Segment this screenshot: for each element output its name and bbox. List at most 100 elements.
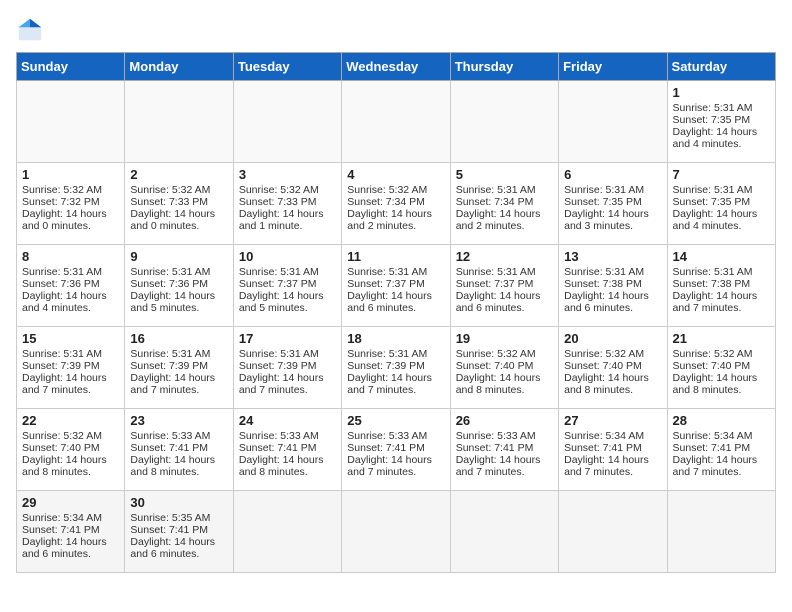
sunset-text: Sunset: 7:41 PM <box>347 442 444 454</box>
calendar-cell: 2Sunrise: 5:32 AMSunset: 7:33 PMDaylight… <box>125 163 233 245</box>
sunset-text: Sunset: 7:41 PM <box>673 442 770 454</box>
calendar-cell <box>342 491 450 573</box>
calendar-week-row: 1Sunrise: 5:31 AMSunset: 7:35 PMDaylight… <box>17 81 776 163</box>
calendar-cell: 29 Sunrise: 5:34 AMSunset: 7:41 PMDayligh… <box>17 491 125 573</box>
day-number: 28 <box>673 413 770 428</box>
daylight-text: Daylight: 14 hours and 7 minutes. <box>22 372 119 396</box>
daylight-text: Daylight: 14 hours and 3 minutes. <box>564 208 661 232</box>
calendar-week-row: 29 Sunrise: 5:34 AMSunset: 7:41 PMDayligh… <box>17 491 776 573</box>
calendar-cell: 25Sunrise: 5:33 AMSunset: 7:41 PMDayligh… <box>342 409 450 491</box>
sunrise-text: Sunrise: 5:31 AM <box>347 348 444 360</box>
daylight-text: Daylight: 14 hours and 0 minutes. <box>130 208 227 232</box>
daylight-text: Daylight: 14 hours and 4 minutes. <box>673 126 770 150</box>
sunrise-text: Sunrise: 5:32 AM <box>239 184 336 196</box>
col-header-thursday: Thursday <box>450 53 558 81</box>
daylight-text: Daylight: 14 hours and 6 minutes. <box>456 290 553 314</box>
sunrise-text: Sunrise: 5:33 AM <box>130 430 227 442</box>
sunset-text: Sunset: 7:37 PM <box>347 278 444 290</box>
daylight-text: Daylight: 14 hours and 4 minutes. <box>673 208 770 232</box>
calendar-week-row: 15Sunrise: 5:31 AMSunset: 7:39 PMDayligh… <box>17 327 776 409</box>
sunset-text: Sunset: 7:39 PM <box>239 360 336 372</box>
sunrise-text: Sunrise: 5:34 AM <box>22 512 119 524</box>
col-header-tuesday: Tuesday <box>233 53 341 81</box>
daylight-text: Daylight: 14 hours and 8 minutes. <box>239 454 336 478</box>
sunset-text: Sunset: 7:41 PM <box>22 524 119 536</box>
calendar-cell: 27Sunrise: 5:34 AMSunset: 7:41 PMDayligh… <box>559 409 667 491</box>
calendar-cell <box>233 81 341 163</box>
calendar-header-row: SundayMondayTuesdayWednesdayThursdayFrid… <box>17 53 776 81</box>
sunrise-text: Sunrise: 5:33 AM <box>239 430 336 442</box>
calendar-cell <box>125 81 233 163</box>
calendar-cell: 16Sunrise: 5:31 AMSunset: 7:39 PMDayligh… <box>125 327 233 409</box>
sunrise-text: Sunrise: 5:32 AM <box>22 430 119 442</box>
daylight-text: Daylight: 14 hours and 2 minutes. <box>347 208 444 232</box>
sunset-text: Sunset: 7:41 PM <box>239 442 336 454</box>
sunset-text: Sunset: 7:34 PM <box>347 196 444 208</box>
daylight-text: Daylight: 14 hours and 5 minutes. <box>239 290 336 314</box>
calendar-cell: 30Sunrise: 5:35 AMSunset: 7:41 PMDayligh… <box>125 491 233 573</box>
sunset-text: Sunset: 7:41 PM <box>564 442 661 454</box>
sunset-text: Sunset: 7:38 PM <box>673 278 770 290</box>
day-number: 29 <box>22 495 119 510</box>
calendar-cell <box>233 491 341 573</box>
calendar-cell: 19Sunrise: 5:32 AMSunset: 7:40 PMDayligh… <box>450 327 558 409</box>
sunset-text: Sunset: 7:41 PM <box>456 442 553 454</box>
day-number: 11 <box>347 249 444 264</box>
calendar-cell: 1Sunrise: 5:32 AMSunset: 7:32 PMDaylight… <box>17 163 125 245</box>
day-number: 3 <box>239 167 336 182</box>
calendar-cell <box>450 81 558 163</box>
day-number: 30 <box>130 495 227 510</box>
sunrise-text: Sunrise: 5:31 AM <box>456 184 553 196</box>
sunrise-text: Sunrise: 5:31 AM <box>673 266 770 278</box>
day-number: 5 <box>456 167 553 182</box>
sunset-text: Sunset: 7:33 PM <box>239 196 336 208</box>
sunset-text: Sunset: 7:33 PM <box>130 196 227 208</box>
day-number: 12 <box>456 249 553 264</box>
sunset-text: Sunset: 7:40 PM <box>456 360 553 372</box>
sunrise-text: Sunrise: 5:31 AM <box>673 102 770 114</box>
sunrise-text: Sunrise: 5:34 AM <box>564 430 661 442</box>
day-number: 1 <box>673 85 770 100</box>
daylight-text: Daylight: 14 hours and 6 minutes. <box>22 536 119 560</box>
calendar-week-row: 8Sunrise: 5:31 AMSunset: 7:36 PMDaylight… <box>17 245 776 327</box>
calendar-cell: 20Sunrise: 5:32 AMSunset: 7:40 PMDayligh… <box>559 327 667 409</box>
sunrise-text: Sunrise: 5:31 AM <box>456 266 553 278</box>
sunrise-text: Sunrise: 5:33 AM <box>456 430 553 442</box>
col-header-saturday: Saturday <box>667 53 775 81</box>
daylight-text: Daylight: 14 hours and 6 minutes. <box>564 290 661 314</box>
sunrise-text: Sunrise: 5:31 AM <box>347 266 444 278</box>
calendar-cell <box>559 491 667 573</box>
day-number: 24 <box>239 413 336 428</box>
sunrise-text: Sunrise: 5:31 AM <box>239 348 336 360</box>
calendar-cell: 12Sunrise: 5:31 AMSunset: 7:37 PMDayligh… <box>450 245 558 327</box>
sunrise-text: Sunrise: 5:31 AM <box>130 266 227 278</box>
calendar-cell: 13Sunrise: 5:31 AMSunset: 7:38 PMDayligh… <box>559 245 667 327</box>
sunrise-text: Sunrise: 5:31 AM <box>564 266 661 278</box>
logo-icon <box>16 16 44 44</box>
day-number: 13 <box>564 249 661 264</box>
daylight-text: Daylight: 14 hours and 8 minutes. <box>130 454 227 478</box>
daylight-text: Daylight: 14 hours and 7 minutes. <box>673 454 770 478</box>
calendar-cell: 10Sunrise: 5:31 AMSunset: 7:37 PMDayligh… <box>233 245 341 327</box>
calendar-cell <box>450 491 558 573</box>
calendar-cell: 18Sunrise: 5:31 AMSunset: 7:39 PMDayligh… <box>342 327 450 409</box>
sunrise-text: Sunrise: 5:34 AM <box>673 430 770 442</box>
day-number: 1 <box>22 167 119 182</box>
sunset-text: Sunset: 7:34 PM <box>456 196 553 208</box>
page-header <box>16 16 776 44</box>
daylight-text: Daylight: 14 hours and 7 minutes. <box>673 290 770 314</box>
daylight-text: Daylight: 14 hours and 4 minutes. <box>22 290 119 314</box>
calendar-cell: 15Sunrise: 5:31 AMSunset: 7:39 PMDayligh… <box>17 327 125 409</box>
calendar-cell: 22Sunrise: 5:32 AMSunset: 7:40 PMDayligh… <box>17 409 125 491</box>
day-number: 25 <box>347 413 444 428</box>
sunrise-text: Sunrise: 5:32 AM <box>347 184 444 196</box>
daylight-text: Daylight: 14 hours and 8 minutes. <box>22 454 119 478</box>
day-number: 4 <box>347 167 444 182</box>
calendar-cell: 1Sunrise: 5:31 AMSunset: 7:35 PMDaylight… <box>667 81 775 163</box>
calendar-cell: 11Sunrise: 5:31 AMSunset: 7:37 PMDayligh… <box>342 245 450 327</box>
calendar-week-row: 1Sunrise: 5:32 AMSunset: 7:32 PMDaylight… <box>17 163 776 245</box>
sunrise-text: Sunrise: 5:31 AM <box>673 184 770 196</box>
col-header-monday: Monday <box>125 53 233 81</box>
calendar-cell <box>342 81 450 163</box>
calendar-cell: 21Sunrise: 5:32 AMSunset: 7:40 PMDayligh… <box>667 327 775 409</box>
